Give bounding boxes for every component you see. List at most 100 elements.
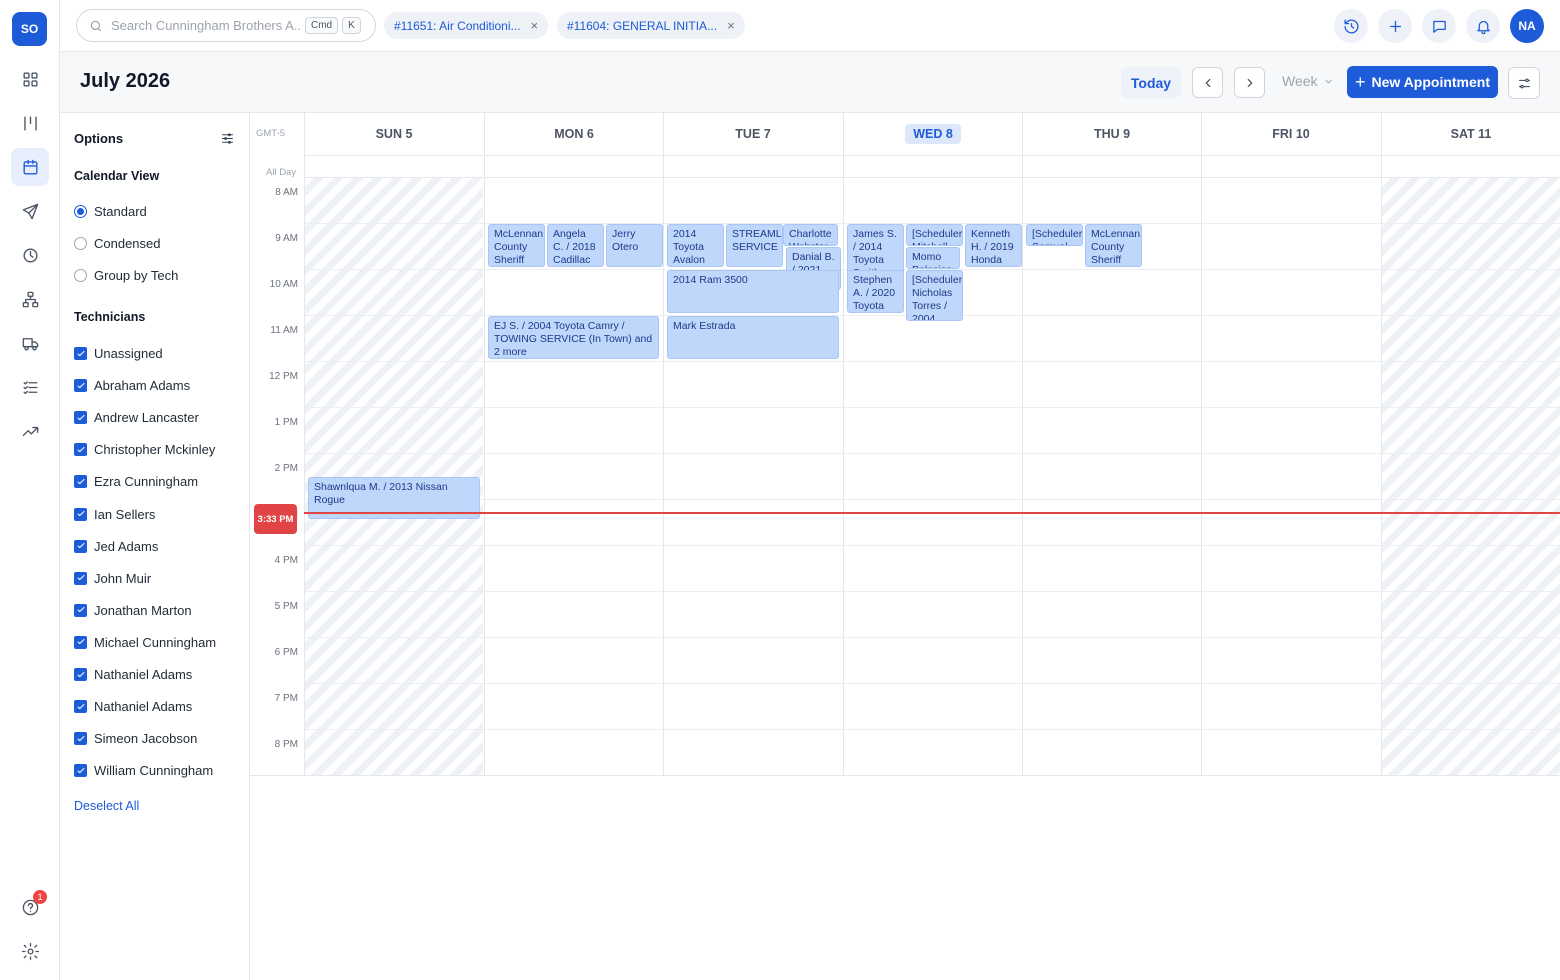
checkbox-checked[interactable]: [74, 443, 87, 457]
checkbox-checked[interactable]: [74, 668, 87, 681]
calendar-settings-button[interactable]: [1508, 67, 1540, 99]
next-week-button[interactable]: [1234, 67, 1265, 98]
day-column-header[interactable]: SAT 11: [1381, 113, 1560, 156]
global-search[interactable]: Cmd K: [76, 9, 376, 42]
history-icon[interactable]: [1334, 9, 1368, 43]
radio-unselected[interactable]: [74, 269, 87, 282]
checkbox-checked[interactable]: [74, 411, 87, 425]
options-sliders-icon[interactable]: [220, 131, 235, 151]
appointment-block[interactable]: EJ S. / 2004 Toyota Camry / TOWING SERVI…: [488, 316, 659, 359]
close-icon[interactable]: ×: [531, 18, 539, 33]
appointment-block[interactable]: Kenneth H. / 2019 Honda: [965, 224, 1022, 267]
shortcut-k-key: K: [342, 17, 361, 34]
options-panel: Options Calendar View Standard Condensed…: [60, 113, 250, 980]
appointment-block[interactable]: Jerry Otero: [606, 224, 663, 267]
appointment-block[interactable]: STREAMLINE SERVICE: [726, 224, 783, 267]
technician-filter-item[interactable]: William Cunningham: [74, 763, 213, 778]
technician-name: Nathaniel Adams: [94, 667, 193, 682]
technician-filter-item[interactable]: Andrew Lancaster: [74, 410, 199, 425]
day-column-header[interactable]: FRI 10: [1201, 113, 1380, 156]
org-chart-icon[interactable]: [11, 280, 49, 318]
checkbox-checked[interactable]: [74, 347, 87, 360]
send-icon[interactable]: [11, 192, 49, 230]
view-option-group-by-tech[interactable]: Group by Tech: [74, 268, 178, 283]
checkbox-checked[interactable]: [74, 475, 87, 489]
day-label: SAT 11: [1450, 127, 1492, 141]
day-label: THU 9: [1093, 127, 1131, 141]
checkbox-checked[interactable]: [74, 539, 87, 553]
day-label: MON 6: [554, 127, 594, 141]
checkbox-checked[interactable]: [74, 635, 87, 649]
deselect-all-link[interactable]: Deselect All: [74, 799, 139, 813]
technician-filter-item[interactable]: Simeon Jacobson: [74, 731, 197, 746]
checkbox-checked[interactable]: [74, 700, 87, 714]
chat-icon[interactable]: [1422, 9, 1456, 43]
appointment-block[interactable]: Stephen A. / 2020 Toyota: [847, 270, 904, 313]
view-option-standard[interactable]: Standard: [74, 204, 147, 219]
clock-icon[interactable]: [11, 236, 49, 274]
appointment-block[interactable]: Momo Palacios: [906, 247, 960, 269]
day-label: SUN 5: [375, 127, 413, 141]
appointment-block[interactable]: 2014 Ram 3500: [667, 270, 839, 313]
calendar-icon[interactable]: [11, 148, 49, 186]
day-column-header[interactable]: THU 9: [1022, 113, 1201, 156]
timezone-label: GMT-5: [256, 128, 286, 139]
day-column-header[interactable]: WED 8: [843, 113, 1022, 156]
technician-filter-item[interactable]: Jed Adams: [74, 539, 158, 554]
checkbox-checked[interactable]: [74, 603, 87, 617]
dashboard-icon[interactable]: [11, 60, 49, 98]
board-icon[interactable]: [11, 104, 49, 142]
technician-filter-item[interactable]: John Muir: [74, 571, 151, 586]
org-switcher[interactable]: SO: [12, 12, 47, 46]
bell-icon[interactable]: [1466, 9, 1500, 43]
all-day-row[interactable]: [304, 156, 1560, 178]
technician-filter-item[interactable]: Christopher Mckinley: [74, 442, 215, 457]
checkbox-checked[interactable]: [74, 507, 87, 521]
appointment-block[interactable]: Charlotte Webster: [783, 224, 838, 246]
technician-filter-item[interactable]: Nathaniel Adams: [74, 699, 192, 714]
technician-filter-item[interactable]: Nathaniel Adams: [74, 667, 192, 682]
technician-filter-item[interactable]: Ian Sellers: [74, 507, 155, 522]
technician-filter-item[interactable]: Jonathan Marton: [74, 603, 192, 618]
checklist-icon[interactable]: [11, 368, 49, 406]
technician-filter-item[interactable]: Michael Cunningham: [74, 635, 216, 650]
new-appointment-button[interactable]: + New Appointment: [1347, 66, 1498, 98]
trending-icon[interactable]: [11, 412, 49, 450]
day-column-divider: [1022, 156, 1023, 776]
search-input[interactable]: [111, 18, 301, 33]
calendar-end-rule: [250, 775, 1560, 776]
open-ticket-tab[interactable]: #11604: GENERAL INITIA... ×: [557, 12, 745, 39]
checkbox-checked[interactable]: [74, 732, 87, 746]
prev-week-button[interactable]: [1192, 67, 1223, 98]
view-option-condensed[interactable]: Condensed: [74, 236, 161, 251]
checkbox-checked[interactable]: [74, 764, 87, 778]
appointment-block[interactable]: [Scheduler] Nicholas Torres / 2004: [906, 270, 963, 321]
technician-filter-item[interactable]: Unassigned: [74, 346, 163, 361]
day-column-header[interactable]: TUE 7: [663, 113, 842, 156]
radio-selected[interactable]: [74, 205, 87, 218]
appointment-block[interactable]: [Scheduler] Mitchell: [906, 224, 963, 246]
appointment-block[interactable]: Angela C. / 2018 Cadillac: [547, 224, 604, 267]
view-select[interactable]: Week: [1282, 73, 1334, 89]
appointment-block[interactable]: Mark Estrada: [667, 316, 839, 359]
technician-filter-item[interactable]: Ezra Cunningham: [74, 474, 198, 489]
day-column-header[interactable]: SUN 5: [304, 113, 483, 156]
close-icon[interactable]: ×: [727, 18, 735, 33]
appointment-block[interactable]: McLennan County Sheriff: [1085, 224, 1142, 267]
appointment-block[interactable]: McLennan County Sheriff: [488, 224, 545, 267]
chevron-right-icon: [1247, 78, 1252, 87]
day-column-header[interactable]: MON 6: [484, 113, 663, 156]
radio-unselected[interactable]: [74, 237, 87, 250]
today-button[interactable]: Today: [1121, 67, 1181, 98]
notification-count-badge: 1: [33, 890, 47, 904]
truck-icon[interactable]: [11, 324, 49, 362]
plus-icon[interactable]: [1378, 9, 1412, 43]
settings-gear-icon[interactable]: [11, 932, 49, 970]
open-ticket-tab[interactable]: #11651: Air Conditioni... ×: [384, 12, 549, 39]
checkbox-checked[interactable]: [74, 571, 87, 585]
user-avatar[interactable]: NA: [1510, 9, 1544, 43]
appointment-block[interactable]: [Scheduler] Samuel: [1026, 224, 1083, 246]
technician-filter-item[interactable]: Abraham Adams: [74, 378, 190, 393]
appointment-block[interactable]: 2014 Toyota Avalon: [667, 224, 724, 267]
checkbox-checked[interactable]: [74, 379, 87, 393]
